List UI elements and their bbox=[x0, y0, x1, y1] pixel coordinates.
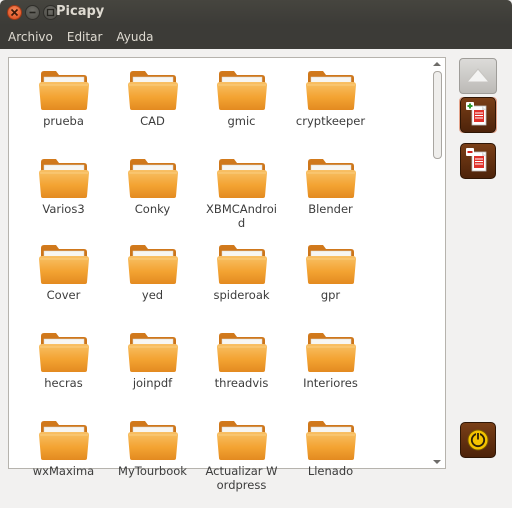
up-arrow-icon bbox=[465, 68, 491, 83]
folder-label: Conky bbox=[134, 202, 171, 216]
folder-label: gmic bbox=[227, 114, 256, 128]
folder-item[interactable]: hecras bbox=[19, 328, 108, 416]
folder-icon bbox=[216, 245, 267, 284]
scroll-down-arrow-icon[interactable] bbox=[433, 460, 441, 464]
folder-item[interactable]: threadvis bbox=[197, 328, 286, 416]
add-document-icon bbox=[466, 102, 487, 126]
folder-icon bbox=[38, 245, 89, 284]
folder-item[interactable]: wxMaxima bbox=[19, 416, 108, 508]
folder-label: Blender bbox=[308, 202, 353, 216]
folder-label: Actualizar Wordpress bbox=[205, 464, 278, 492]
folder-item[interactable]: gpr bbox=[286, 240, 375, 328]
folder-icon bbox=[305, 245, 356, 284]
up-button[interactable] bbox=[459, 58, 497, 94]
folder-item[interactable]: Actualizar Wordpress bbox=[197, 416, 286, 508]
folder-icon bbox=[38, 333, 89, 372]
menu-bar: Archivo Editar Ayuda bbox=[0, 25, 512, 49]
folder-icon bbox=[305, 333, 356, 372]
folder-label: joinpdf bbox=[132, 376, 173, 390]
folder-label: CAD bbox=[140, 114, 165, 128]
power-button[interactable] bbox=[459, 422, 497, 458]
folder-label: gpr bbox=[320, 288, 341, 302]
vertical-scrollbar[interactable] bbox=[430, 59, 444, 467]
folder-icon bbox=[305, 71, 356, 110]
folder-item[interactable]: Cover bbox=[19, 240, 108, 328]
close-icon bbox=[10, 8, 19, 17]
folder-label: Cover bbox=[46, 288, 81, 302]
minimize-icon bbox=[29, 11, 36, 14]
title-bar: Picapy bbox=[0, 0, 512, 25]
folder-label: spideroak bbox=[213, 288, 270, 302]
folder-icon bbox=[216, 421, 267, 460]
menu-archivo[interactable]: Archivo bbox=[0, 25, 60, 49]
folder-item[interactable]: yed bbox=[108, 240, 197, 328]
scroll-up-arrow-icon[interactable] bbox=[433, 62, 441, 66]
folder-item[interactable]: Blender bbox=[286, 154, 375, 240]
folder-label: threadvis bbox=[214, 376, 269, 390]
folder-icon bbox=[305, 159, 356, 198]
folder-icon bbox=[127, 245, 178, 284]
power-icon bbox=[467, 429, 489, 451]
menu-editar[interactable]: Editar bbox=[60, 25, 110, 49]
folder-item[interactable]: gmic bbox=[197, 66, 286, 154]
folder-icon bbox=[305, 421, 356, 460]
remove-document-icon bbox=[466, 148, 487, 172]
folder-icon bbox=[216, 71, 267, 110]
folder-label: XBMCAndroid bbox=[206, 202, 277, 230]
minimize-window-button[interactable] bbox=[25, 5, 40, 20]
folder-panel: prueba CAD gmic cryptkeeper Varios3 Conky XBMC… bbox=[8, 57, 446, 492]
folder-item[interactable]: prueba bbox=[19, 66, 108, 154]
close-window-button[interactable] bbox=[7, 5, 22, 20]
folder-icon bbox=[127, 159, 178, 198]
folder-item[interactable]: CAD bbox=[108, 66, 197, 154]
folder-item[interactable]: Llenado bbox=[286, 416, 375, 508]
folder-icon bbox=[127, 421, 178, 460]
folder-label: prueba bbox=[43, 114, 84, 128]
folder-icon bbox=[216, 159, 267, 198]
folder-label: Varios3 bbox=[42, 202, 85, 216]
folder-icon bbox=[38, 159, 89, 198]
folder-label: yed bbox=[141, 288, 164, 302]
folder-icon bbox=[38, 71, 89, 110]
folder-grid: prueba CAD gmic cryptkeeper Varios3 Conky XBMC… bbox=[19, 66, 379, 508]
menu-ayuda[interactable]: Ayuda bbox=[109, 25, 160, 49]
folder-item[interactable]: spideroak bbox=[197, 240, 286, 328]
window-title: Picapy bbox=[56, 4, 105, 19]
folder-item[interactable]: cryptkeeper bbox=[286, 66, 375, 154]
scroll-thumb[interactable] bbox=[433, 71, 442, 159]
folder-icon bbox=[127, 71, 178, 110]
maximize-icon bbox=[46, 8, 55, 17]
window-controls bbox=[7, 5, 58, 20]
folder-item[interactable]: XBMCAndroid bbox=[197, 154, 286, 240]
folder-item[interactable]: Interiores bbox=[286, 328, 375, 416]
folder-item[interactable]: Conky bbox=[108, 154, 197, 240]
folder-item[interactable]: joinpdf bbox=[108, 328, 197, 416]
folder-label: hecras bbox=[44, 376, 83, 390]
folder-item[interactable]: Varios3 bbox=[19, 154, 108, 240]
remove-document-button[interactable] bbox=[459, 143, 497, 179]
folder-label: cryptkeeper bbox=[295, 114, 366, 128]
add-document-button[interactable] bbox=[459, 97, 497, 133]
folder-icon bbox=[216, 333, 267, 372]
folder-item[interactable]: MyTourbook bbox=[108, 416, 197, 508]
folder-label: Interiores bbox=[303, 376, 358, 390]
folder-icon bbox=[127, 333, 178, 372]
folder-icon bbox=[38, 421, 89, 460]
